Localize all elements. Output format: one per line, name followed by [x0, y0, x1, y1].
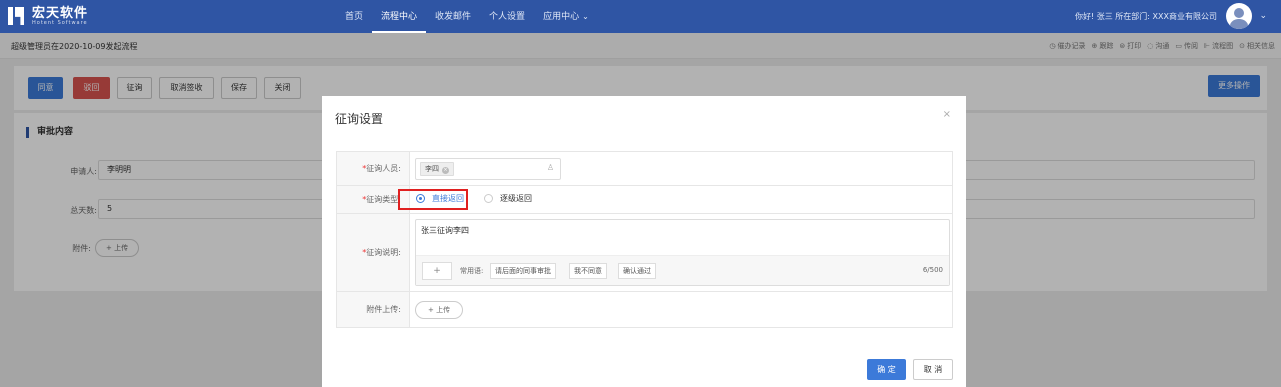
close-icon[interactable]: ×: [943, 109, 951, 120]
avatar[interactable]: [1226, 3, 1252, 29]
desc-textarea[interactable]: 张三征询李四 + 常用语: 请后面的同事审批 我不同意 确认通过 6/500: [415, 219, 950, 286]
phrase-item[interactable]: 我不同意: [569, 263, 607, 279]
phrase-label: 常用语:: [460, 267, 484, 275]
brand-name-en: Hotent Software: [32, 19, 88, 26]
nav-app-center[interactable]: 应用中心: [534, 0, 598, 33]
user-greeting: 你好! 张三 所在部门: XXX商业有限公司: [1075, 12, 1217, 21]
brand-logo[interactable]: 宏天软件 Hotent Software: [6, 5, 88, 27]
confirm-button[interactable]: 确 定: [867, 359, 906, 380]
person-tag: 李四 ×: [420, 162, 454, 176]
attach-label: 附件上传:: [337, 292, 410, 327]
desc-text: 张三征询李四: [421, 226, 469, 235]
dialog-upload-button[interactable]: + 上传: [415, 301, 464, 319]
radio-unchecked-icon: [484, 194, 493, 203]
user-icon[interactable]: ♙: [547, 163, 554, 172]
nav-mail[interactable]: 收发邮件: [426, 0, 480, 33]
consult-form: * 征询人员: 李四 × ♙ * 征询类型: 直接返回 逐级返回 * 征询说明:…: [336, 151, 953, 328]
remove-tag-icon[interactable]: ×: [442, 167, 449, 174]
chevron-down-icon[interactable]: ⌄: [1259, 11, 1267, 21]
radio-step-return[interactable]: 逐级返回: [484, 193, 532, 204]
brand-name: 宏天软件: [32, 5, 89, 21]
radio-direct-return[interactable]: 直接返回: [416, 193, 464, 204]
consult-settings-dialog: 征询设置 × * 征询人员: 李四 × ♙ * 征询类型: 直接返回 逐级返回 …: [322, 96, 966, 387]
radio-checked-icon: [416, 194, 425, 203]
char-counter: 6/500: [922, 266, 943, 274]
top-bar: 宏天软件 Hotent Software 首页 流程中心 收发邮件 个人设置 应…: [0, 0, 1281, 33]
desc-label: * 征询说明:: [337, 214, 410, 291]
nav-home[interactable]: 首页: [336, 0, 372, 33]
add-phrase-button[interactable]: +: [422, 262, 452, 280]
phrase-item[interactable]: 确认通过: [618, 263, 656, 279]
nav-process-center[interactable]: 流程中心: [372, 0, 427, 33]
nav-personal-settings[interactable]: 个人设置: [480, 0, 534, 33]
person-label: * 征询人员:: [337, 152, 410, 185]
logo-icon: [6, 5, 28, 27]
person-picker[interactable]: 李四 × ♙: [415, 158, 561, 180]
phrase-item[interactable]: 请后面的同事审批: [490, 263, 556, 279]
cancel-button[interactable]: 取 消: [913, 359, 953, 380]
main-nav: 首页 流程中心 收发邮件 个人设置 应用中心: [336, 0, 598, 33]
phrase-bar: + 常用语: 请后面的同事审批 我不同意 确认通过 6/500: [416, 255, 949, 285]
dialog-title: 征询设置: [335, 112, 384, 126]
